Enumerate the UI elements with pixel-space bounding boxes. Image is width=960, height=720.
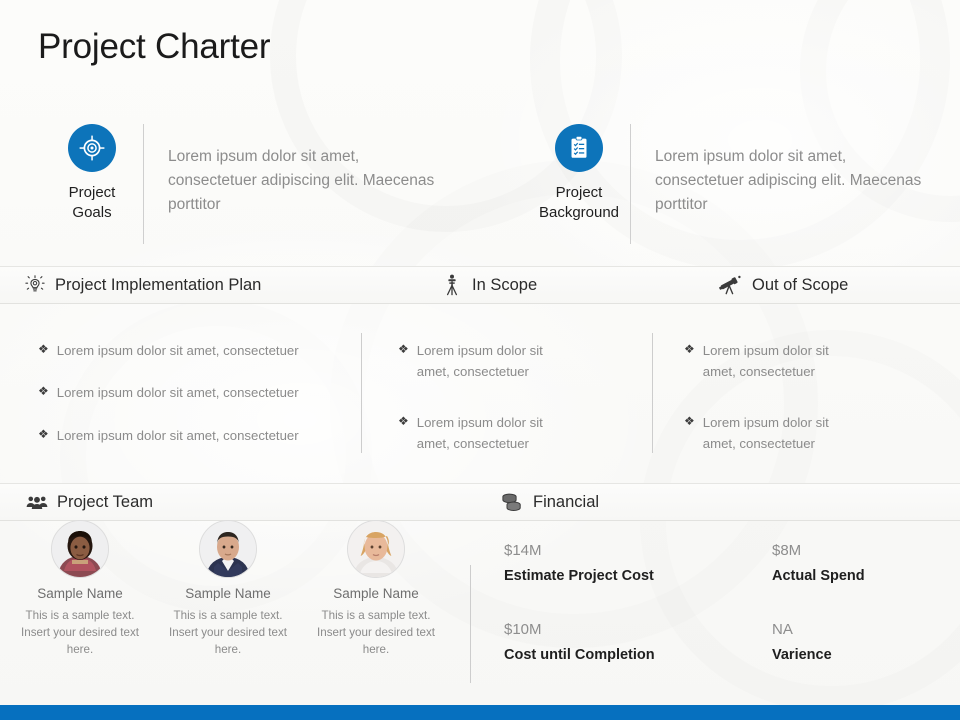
financial-metric-value: $14M <box>504 542 542 559</box>
section-header-project-team: Project Team <box>26 484 153 520</box>
project-background-title-line2: Background <box>538 204 620 222</box>
clipboard-checklist-icon <box>555 124 603 172</box>
financial-metric-value: NA <box>772 621 793 638</box>
vertical-divider <box>470 565 471 683</box>
project-charter-slide: Project Charter Project Goals Lorem ipsu… <box>0 0 960 720</box>
section-header-financial-label: Financial <box>533 492 600 511</box>
diamond-bullet-icon: ❖ <box>38 342 49 356</box>
avatar <box>347 520 405 578</box>
section-header-out-of-scope: Out of Scope <box>717 267 848 303</box>
project-goals-label-group: Project Goals <box>38 118 146 224</box>
team-member-name: Sample Name <box>333 586 419 601</box>
scope-body: ❖ Lorem ipsum dolor sit amet, consectetu… <box>0 302 960 474</box>
section-header-in-scope-label: In Scope <box>472 275 538 294</box>
project-goals-title: Project Goals <box>38 183 146 224</box>
project-background-title: Project Background <box>525 183 633 224</box>
financial-metric-label: Actual Spend <box>772 568 865 584</box>
list-item: ❖ Lorem ipsum dolor sit amet, consectetu… <box>38 340 343 361</box>
financial-metric-label: Cost until Completion <box>504 647 655 663</box>
avatar <box>51 520 109 578</box>
diamond-bullet-icon: ❖ <box>38 384 49 399</box>
financial-metric-value: $10M <box>504 621 542 638</box>
avatar <box>199 520 257 578</box>
diamond-bullet-icon: ❖ <box>398 342 409 356</box>
section-header-financial: Financial <box>498 484 599 520</box>
top-summary-row: Project Goals Lorem ipsum dolor sit amet… <box>0 118 960 248</box>
diamond-bullet-icon: ❖ <box>38 426 49 441</box>
financial-body: $14M Estimate Project Cost $8M Actual Sp… <box>490 534 950 694</box>
team-member-desc: This is a sample text. Insert your desir… <box>21 609 139 656</box>
lightbulb-icon <box>24 274 46 296</box>
project-background-title-line1: Project <box>555 184 603 201</box>
project-goals-title-line2: Goals <box>72 204 112 222</box>
list-item: ❖ Lorem ipsum dolor sit amet, consectetu… <box>398 340 574 383</box>
project-background-body: Lorem ipsum dolor sit amet, consectetuer… <box>655 148 922 214</box>
list-item: ❖ Lorem ipsum dolor sit amet, consectetu… <box>684 412 860 455</box>
team-member: Sample Name This is a sample text. Inser… <box>154 520 302 658</box>
vertical-divider <box>630 124 631 244</box>
scope-header-bar: Project Implementation Plan In Scope Out… <box>0 266 960 304</box>
financial-metric: $8M Actual Spend <box>772 542 865 584</box>
coins-stack-icon <box>498 491 524 513</box>
implementation-plan-list: ❖ Lorem ipsum dolor sit amet, consectetu… <box>38 340 343 467</box>
project-goals-card: Project Goals Lorem ipsum dolor sit amet… <box>0 118 480 248</box>
list-item-text: Lorem ipsum dolor sit amet, consectetuer <box>416 343 543 380</box>
team-member: Sample Name This is a sample text. Inser… <box>302 520 450 658</box>
project-goals-title-line1: Project <box>68 184 116 201</box>
financial-metric-label: Estimate Project Cost <box>504 568 654 584</box>
list-item-text: Lorem ipsum dolor sit amet, consectetuer <box>56 385 299 401</box>
team-member-name: Sample Name <box>37 586 123 601</box>
financial-metric-value: $8M <box>772 542 802 559</box>
page-title: Project Charter <box>38 27 271 66</box>
vertical-divider <box>361 333 362 453</box>
in-scope-list: ❖ Lorem ipsum dolor sit amet, consectetu… <box>398 340 574 484</box>
target-icon <box>68 124 116 172</box>
team-financial-header-bar: Project Team Financial <box>0 483 960 521</box>
section-header-implementation-plan: Project Implementation Plan <box>24 267 261 303</box>
financial-metric: $14M Estimate Project Cost <box>504 542 654 584</box>
list-item: ❖ Lorem ipsum dolor sit amet, consectetu… <box>38 425 343 446</box>
list-item: ❖ Lorem ipsum dolor sit amet, consectetu… <box>38 382 343 403</box>
list-item: ❖ Lorem ipsum dolor sit amet, consectetu… <box>684 340 860 383</box>
section-header-project-team-label: Project Team <box>57 492 153 511</box>
financial-metric: $10M Cost until Completion <box>504 621 655 663</box>
tripod-icon <box>441 274 463 296</box>
people-group-icon <box>26 491 48 513</box>
list-item: ❖ Lorem ipsum dolor sit amet, consectetu… <box>398 412 574 455</box>
project-background-card: Project Background Lorem ipsum dolor sit… <box>487 118 960 248</box>
section-header-in-scope: In Scope <box>441 267 537 303</box>
team-member-desc: This is a sample text. Insert your desir… <box>317 609 435 656</box>
section-header-out-of-scope-label: Out of Scope <box>752 275 849 294</box>
diamond-bullet-icon: ❖ <box>684 342 695 356</box>
out-of-scope-list: ❖ Lorem ipsum dolor sit amet, consectetu… <box>684 340 860 484</box>
list-item-text: Lorem ipsum dolor sit amet, consectetuer <box>702 343 829 380</box>
project-team-body: Sample Name This is a sample text. Inser… <box>0 520 470 690</box>
vertical-divider <box>143 124 144 244</box>
team-member-name: Sample Name <box>185 586 271 601</box>
list-item-text: Lorem ipsum dolor sit amet, consectetuer <box>416 414 543 452</box>
list-item-text: Lorem ipsum dolor sit amet, consectetuer <box>56 427 299 443</box>
project-background-label-group: Project Background <box>525 118 633 224</box>
section-header-implementation-plan-label: Project Implementation Plan <box>55 275 262 294</box>
team-member: Sample Name This is a sample text. Inser… <box>6 520 154 658</box>
diamond-bullet-icon: ❖ <box>684 413 695 428</box>
vertical-divider <box>652 333 653 453</box>
diamond-bullet-icon: ❖ <box>398 413 409 428</box>
team-member-desc: This is a sample text. Insert your desir… <box>169 609 287 656</box>
telescope-icon <box>717 274 743 296</box>
list-item-text: Lorem ipsum dolor sit amet, consectetuer <box>702 414 829 452</box>
financial-metric: NA Varience <box>772 621 832 663</box>
project-goals-body: Lorem ipsum dolor sit amet, consectetuer… <box>168 148 435 214</box>
financial-metric-label: Varience <box>772 647 832 663</box>
bottom-accent-bar <box>0 705 960 720</box>
list-item-text: Lorem ipsum dolor sit amet, consectetuer <box>56 343 299 358</box>
